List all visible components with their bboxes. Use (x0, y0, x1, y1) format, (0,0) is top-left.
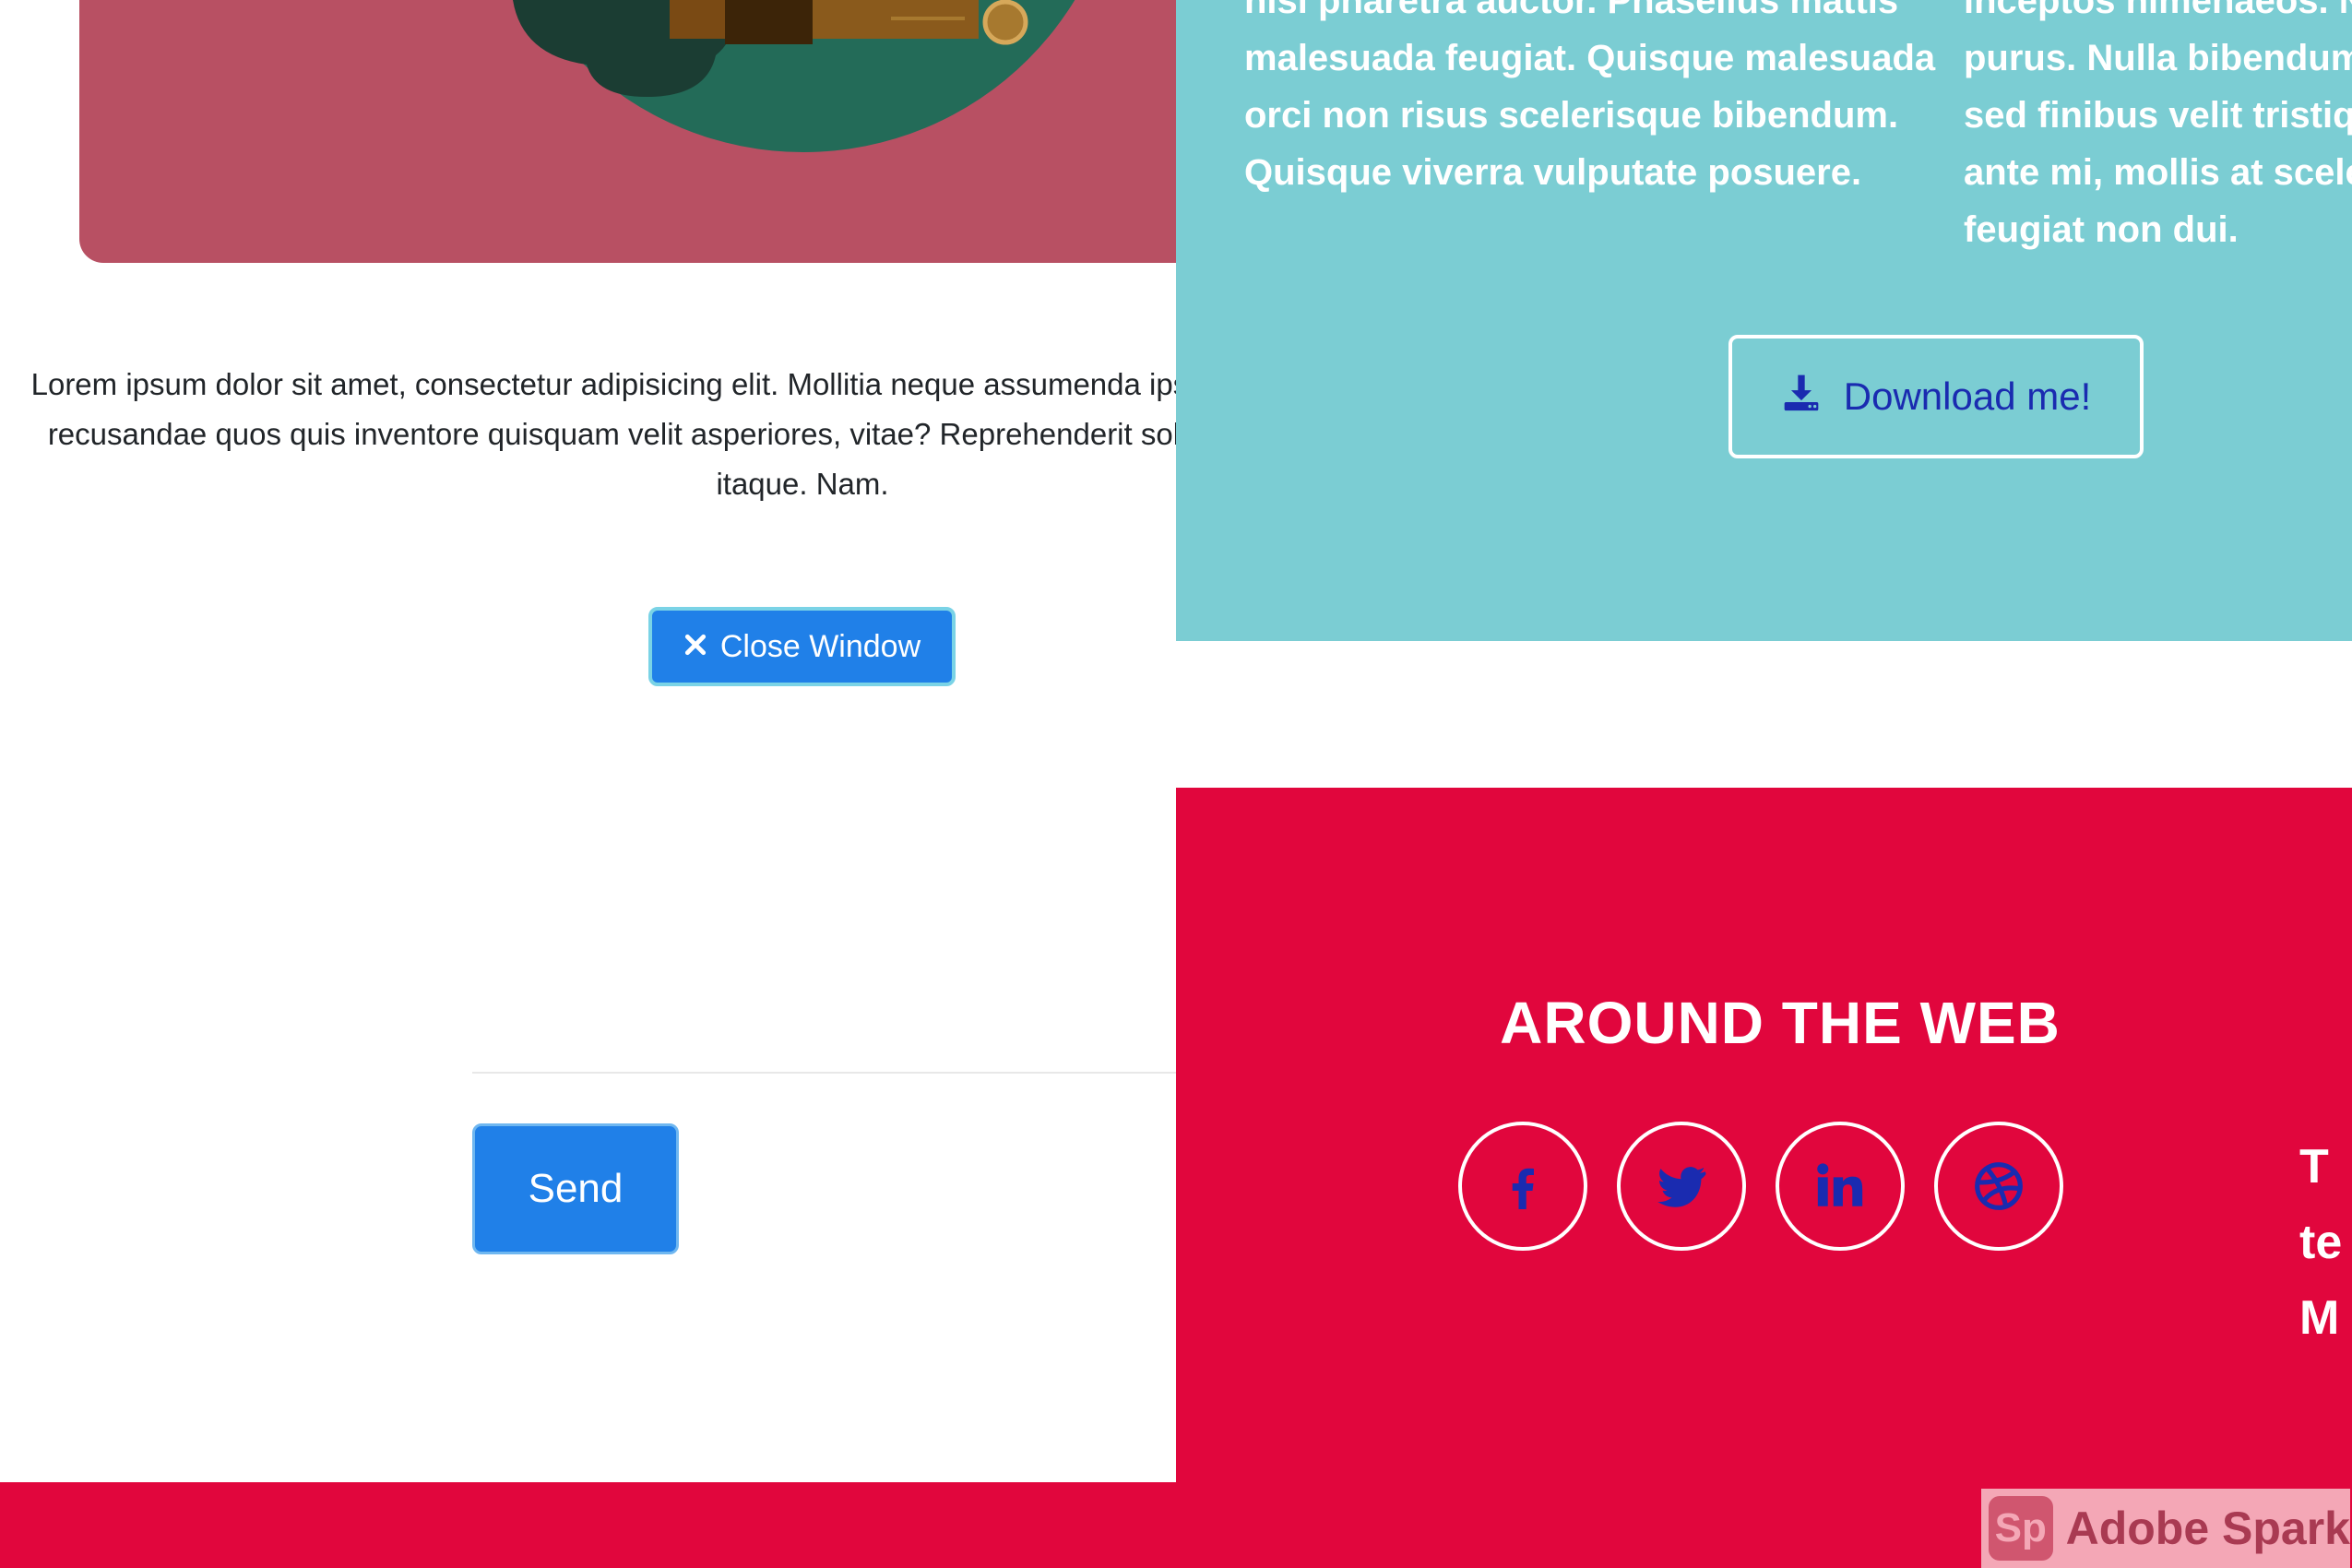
close-window-label: Close Window (719, 628, 921, 664)
linkedin-icon (1817, 1163, 1863, 1206)
about-text-line: orci non risus scelerisque bibendum. (1244, 95, 1899, 136)
about-text-line: feugiat non dui. (1964, 209, 2239, 250)
about-text-line: Quisque viverra vulputate posuere. (1244, 152, 1862, 193)
around-the-web-heading: AROUND THE WEB (1500, 990, 2061, 1056)
footer-section: AROUND THE WEB T te M (1176, 788, 2352, 1568)
footer-edge-line: M (2299, 1291, 2340, 1345)
dribbble-link[interactable] (1934, 1122, 2063, 1251)
about-text-right: inceptos himenaeos. Nu purus. Nulla bibe… (1964, 0, 2352, 258)
facebook-link[interactable] (1458, 1122, 1587, 1251)
linkedin-link[interactable] (1776, 1122, 1905, 1251)
modal-hero-image (79, 0, 1176, 263)
about-text-line: purus. Nulla bibendum r (1964, 38, 2352, 78)
twitter-link[interactable] (1617, 1122, 1746, 1251)
download-label: Download me! (1843, 374, 2092, 418)
download-icon (1781, 372, 1822, 422)
adobe-spark-label: Adobe Spark (2065, 1503, 2350, 1554)
about-text-line: inceptos himenaeos. Nu (1964, 0, 2352, 21)
form-divider (472, 1072, 1176, 1074)
portfolio-modal: Lorem ipsum dolor sit amet, consectetur … (0, 0, 1176, 1482)
close-window-button[interactable]: Close Window (648, 607, 956, 686)
close-icon (683, 629, 707, 665)
about-section: nisi pharetra auctor. Phasellus mattis m… (1176, 0, 2352, 641)
about-text-line: sed finibus velit tristique (1964, 95, 2352, 136)
about-text-left: nisi pharetra auctor. Phasellus mattis m… (1244, 0, 1935, 201)
footer-edge-line: T (2299, 1140, 2329, 1194)
about-text-line: malesuada feugiat. Quisque malesuada (1244, 38, 1936, 78)
send-button[interactable]: Send (472, 1123, 679, 1254)
about-text-line: ante mi, mollis at sceleri (1964, 152, 2352, 193)
social-links (1458, 1122, 2063, 1251)
facebook-icon (1512, 1168, 1534, 1209)
about-text-line: nisi pharetra auctor. Phasellus mattis (1244, 0, 1899, 21)
footer-edge-text: T te M (2299, 1129, 2342, 1356)
twitter-icon (1657, 1167, 1706, 1207)
download-button[interactable]: Download me! (1728, 335, 2144, 458)
footer-edge-line: te (2299, 1216, 2343, 1269)
modal-description: Lorem ipsum dolor sit amet, consectetur … (30, 367, 1176, 501)
adobe-spark-watermark: Sp Adobe Spark (1981, 1489, 2350, 1568)
dribbble-icon (1975, 1162, 2023, 1210)
adobe-spark-logo-icon: Sp (1989, 1496, 2053, 1561)
